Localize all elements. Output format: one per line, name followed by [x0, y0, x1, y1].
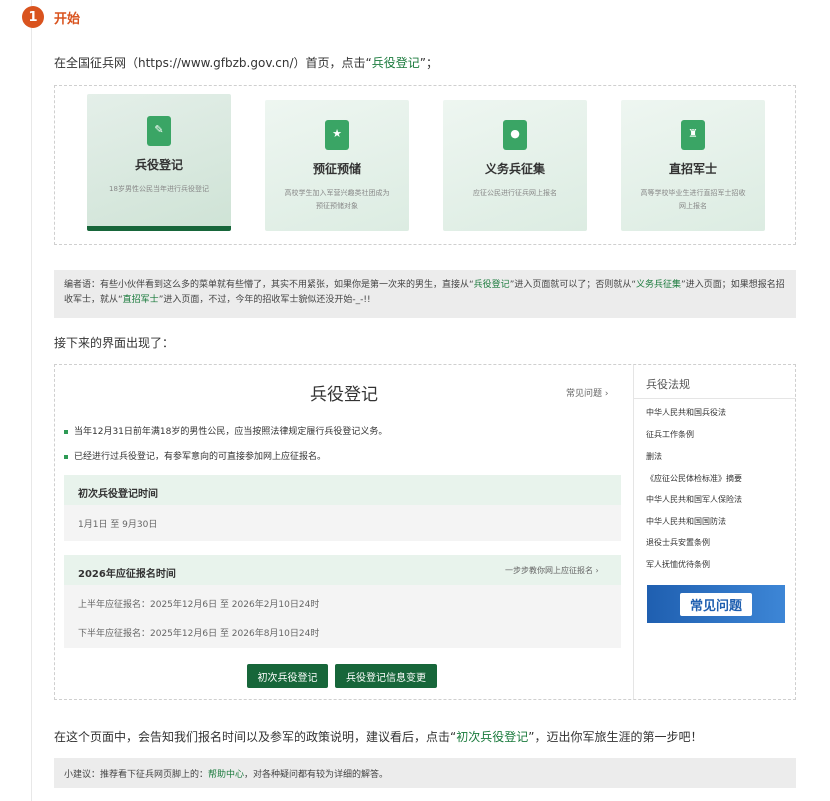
- step-number-badge: 1: [22, 6, 44, 28]
- enlist-row-second-half: 下半年应征报名：2025年12月6日 至 2026年8月10日24时: [78, 629, 320, 639]
- section-first-registration-body: 1月1日 至 9月30日: [64, 505, 621, 541]
- law-item[interactable]: 退役士兵安置条例: [646, 537, 710, 548]
- chevron-right-icon: ›: [595, 566, 599, 575]
- law-item[interactable]: 《应征公民体检标准》摘要: [646, 473, 742, 484]
- law-item[interactable]: 征兵工作条例: [646, 429, 694, 440]
- intro-suffix: ”；: [419, 56, 439, 70]
- panel-divider: [633, 365, 634, 699]
- note-text: ”进入页面，不过，今年的招收军士貌似还没开始-_-!!: [158, 295, 371, 305]
- tip-box: 小建议：推荐看下征兵网页脚上的：帮助中心，对各种疑问都有较为详细的解答。: [54, 758, 796, 788]
- faq-link-label: 常见问题: [566, 389, 603, 399]
- faq-banner[interactable]: 常见问题: [647, 585, 785, 623]
- law-item[interactable]: 删法: [646, 451, 662, 462]
- laws-divider: [634, 398, 796, 399]
- closing-text: 在这个页面中，会告知我们报名时间以及参军的政策说明，建议看后，点击“初次兵役登记…: [54, 728, 702, 745]
- section-first-registration-head: 初次兵役登记时间: [64, 475, 621, 505]
- registration-icon: ✎: [147, 116, 171, 146]
- left-rule: [31, 0, 32, 801]
- faq-link[interactable]: 常见问题 ›: [566, 386, 609, 399]
- next-text: 接下来的界面出现了：: [54, 336, 175, 350]
- card-title: 兵役登记: [134, 158, 183, 172]
- bullet-item: 当年12月31日前年满18岁的男性公民，应当按照法律规定履行兵役登记义务。: [64, 424, 387, 437]
- enlist-row-first-half: 上半年应征报名：2025年12月6日 至 2026年2月10日24时: [78, 600, 320, 610]
- editor-note: 编者语：有些小伙伴看到这么多的菜单就有些懵了，其实不用紧张，如果你是第一次来的男…: [54, 270, 796, 318]
- closing-suffix: ”，迈出你军旅生涯的第一步吧！: [528, 730, 703, 744]
- card-title: 预征预储: [312, 162, 361, 176]
- intro-prefix: 在全国征兵网（https://www.gfbzb.gov.cn/）首页，点击“: [54, 56, 372, 70]
- tip-prefix: 小建议：推荐看下征兵网页脚上的：: [64, 770, 209, 780]
- note-text: 编者语：有些小伙伴看到这么多的菜单就有些懵了，其实不用紧张，如果你是第一次来的男…: [64, 280, 474, 290]
- law-item[interactable]: 中华人民共和国军人保险法: [646, 494, 742, 505]
- note-link-conscription[interactable]: 义务兵征集: [636, 280, 681, 290]
- laws-title: 兵役法规: [646, 378, 690, 391]
- card-direct-recruit[interactable]: ♜ 直招军士 高等学校毕业生进行直招军士招收网上报名: [621, 100, 765, 231]
- step-header: 1 开始: [22, 6, 80, 28]
- section-enlist-time-body: 上半年应征报名：2025年12月6日 至 2026年2月10日24时 下半年应征…: [64, 585, 621, 648]
- registration-change-button[interactable]: 兵役登记信息变更: [335, 664, 437, 688]
- card-pre-enlist[interactable]: ★ 预征预储 高校学生加入军营兴趣类社团成为预征预储对象: [265, 100, 409, 231]
- card-conscription[interactable]: ● 义务兵征集 应征公民进行征兵网上报名: [443, 100, 587, 231]
- person-id-icon: ●: [503, 120, 527, 150]
- enlist-guide-label: 一步步教你网上应征报名: [505, 566, 593, 575]
- card-desc: 应征公民进行征兵网上报名: [473, 189, 557, 197]
- help-center-link[interactable]: 帮助中心: [208, 770, 244, 780]
- step-title: 开始: [54, 11, 81, 27]
- law-item[interactable]: 中华人民共和国国防法: [646, 516, 726, 527]
- panel-title: 兵役登记: [310, 385, 378, 405]
- closing-prefix: 在这个页面中，会告知我们报名时间以及参军的政策说明，建议看后，点击“: [54, 730, 457, 744]
- intro-text: 在全国征兵网（https://www.gfbzb.gov.cn/）首页，点击“兵…: [54, 54, 438, 71]
- enlist-guide-link[interactable]: 一步步教你网上应征报名 ›: [505, 565, 599, 576]
- card-title: 义务兵征集: [484, 162, 545, 176]
- card-title: 直招军士: [668, 162, 717, 176]
- closing-link[interactable]: 初次兵役登记: [456, 730, 528, 744]
- note-link-direct-recruit[interactable]: 直招军士: [123, 295, 159, 305]
- tip-suffix: ，对各种疑问都有较为详细的解答。: [244, 770, 389, 780]
- intro-link[interactable]: 兵役登记: [372, 56, 420, 70]
- chevron-right-icon: ›: [604, 389, 609, 399]
- first-registration-button[interactable]: 初次兵役登记: [247, 664, 328, 688]
- soldier-icon: ♜: [681, 120, 705, 150]
- note-link-registration[interactable]: 兵役登记: [474, 280, 510, 290]
- faq-banner-label: 常见问题: [679, 592, 752, 616]
- card-desc: 高等学校毕业生进行直招军士招收网上报名: [640, 189, 746, 210]
- card-desc: 高校学生加入军营兴趣类社团成为预征预储对象: [284, 189, 390, 210]
- law-item[interactable]: 军人抚恤优待条例: [646, 559, 710, 570]
- bullet-item: 已经进行过兵役登记，有参军意向的可直接参加网上应征报名。: [64, 449, 326, 462]
- card-desc: 18岁男性公民当年进行兵役登记: [109, 185, 209, 193]
- bookmark-star-icon: ★: [325, 120, 349, 150]
- card-registration[interactable]: ✎ 兵役登记 18岁男性公民当年进行兵役登记: [87, 94, 231, 231]
- law-item[interactable]: 中华人民共和国兵役法: [646, 407, 726, 418]
- note-text: ”进入页面就可以了；否则就从“: [509, 280, 637, 290]
